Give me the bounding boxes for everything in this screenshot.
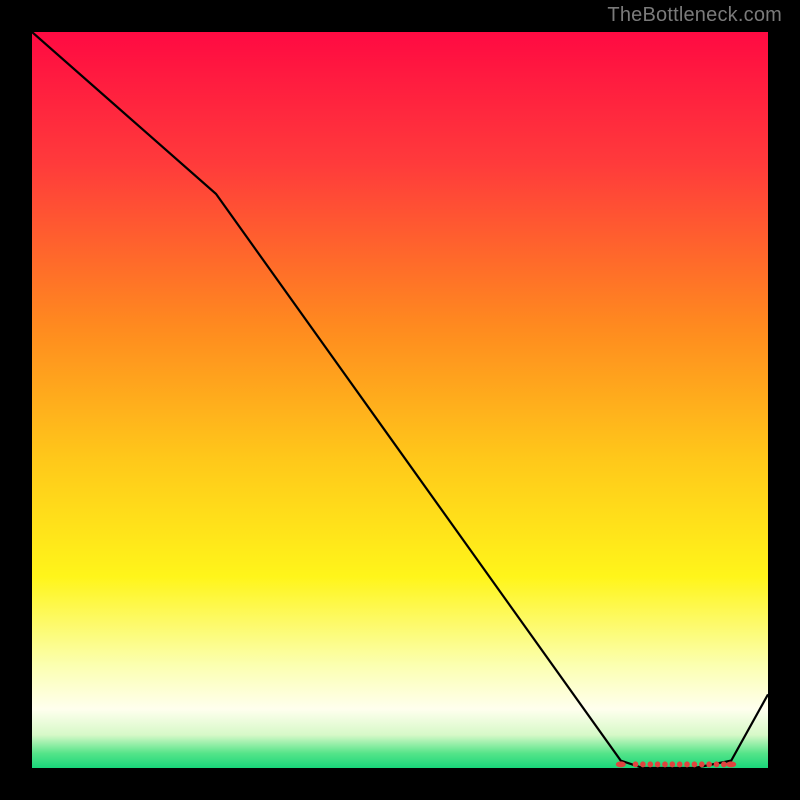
- marker-dot: [714, 761, 720, 767]
- marker-dot: [692, 761, 698, 767]
- marker-dot: [684, 761, 690, 767]
- marker-dot: [647, 761, 653, 767]
- watermark-text: TheBottleneck.com: [607, 4, 782, 27]
- marker-dot: [633, 761, 639, 767]
- marker-dot: [655, 761, 661, 767]
- chart-container: TheBottleneck.com: [0, 0, 800, 800]
- marker-dot: [616, 761, 626, 767]
- marker-dot: [640, 761, 646, 767]
- marker-dot: [677, 761, 683, 767]
- marker-dot: [706, 761, 712, 767]
- marker-dot: [670, 761, 676, 767]
- marker-dot: [726, 761, 736, 767]
- chart-svg: [32, 32, 768, 768]
- marker-dot: [662, 761, 668, 767]
- marker-dot: [721, 761, 727, 767]
- plot-area: [32, 32, 768, 768]
- gradient-background: [32, 32, 768, 768]
- marker-dot: [699, 761, 705, 767]
